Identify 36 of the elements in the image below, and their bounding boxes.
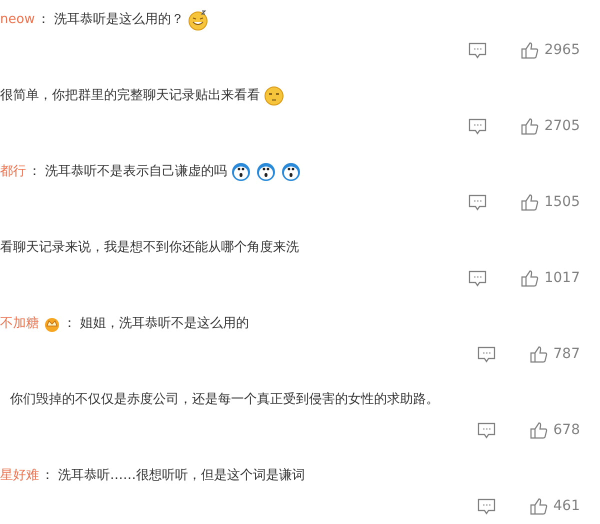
like-count: 1505 bbox=[544, 192, 580, 212]
comment-text: 洗耳恭听……很想听听，但是这个词是谦词 bbox=[58, 467, 305, 485]
username-link[interactable]: 不加糖 bbox=[0, 314, 39, 334]
reply-icon[interactable] bbox=[468, 194, 488, 210]
like-count: 1017 bbox=[544, 268, 580, 288]
like-count: 461 bbox=[553, 496, 580, 516]
thumbs-up-icon[interactable] bbox=[530, 497, 548, 515]
username-link[interactable]: 星好难 bbox=[0, 466, 39, 486]
comment-text: 很简单，你把群里的完整聊天记录贴出来看看 bbox=[0, 87, 260, 105]
separator: ： bbox=[63, 315, 76, 333]
username-link[interactable]: 都行 bbox=[0, 162, 26, 182]
comment-text: 姐姐，洗耳恭听不是这么用的 bbox=[80, 315, 249, 333]
reply-icon[interactable] bbox=[468, 42, 488, 58]
username-link[interactable]: neow bbox=[0, 10, 35, 30]
reply-icon[interactable] bbox=[477, 346, 496, 362]
like-count: 678 bbox=[553, 420, 580, 440]
like-count: 2965 bbox=[544, 40, 580, 60]
comment-text: 你们毁掉的不仅仅是赤度公司，还是每一个真正受到侵害的女性的求助路。 bbox=[10, 391, 439, 409]
separator: ： bbox=[41, 467, 54, 485]
thumbs-up-icon[interactable] bbox=[521, 269, 540, 287]
thumbs-up-icon[interactable] bbox=[521, 41, 540, 59]
thumbs-up-icon[interactable] bbox=[530, 345, 548, 363]
thumbs-up-icon[interactable] bbox=[521, 193, 540, 211]
reply-icon[interactable] bbox=[477, 498, 496, 514]
like-count: 787 bbox=[553, 344, 580, 364]
thumbs-up-icon[interactable] bbox=[521, 117, 540, 135]
reply-icon[interactable] bbox=[468, 118, 488, 134]
comment-text: 看聊天记录来说，我是想不到你还能从哪个角度来洗 bbox=[0, 239, 299, 257]
separator: ： bbox=[36, 11, 50, 29]
reply-icon[interactable] bbox=[468, 270, 488, 286]
comment-text: 洗耳恭听是这么用的？ bbox=[54, 11, 184, 29]
reply-icon[interactable] bbox=[477, 422, 496, 438]
separator: ： bbox=[28, 163, 41, 181]
comment-text: 洗耳恭听不是表示自己谦虚的吗 bbox=[45, 163, 227, 181]
like-count: 2705 bbox=[544, 116, 580, 136]
thumbs-up-icon[interactable] bbox=[530, 421, 548, 439]
